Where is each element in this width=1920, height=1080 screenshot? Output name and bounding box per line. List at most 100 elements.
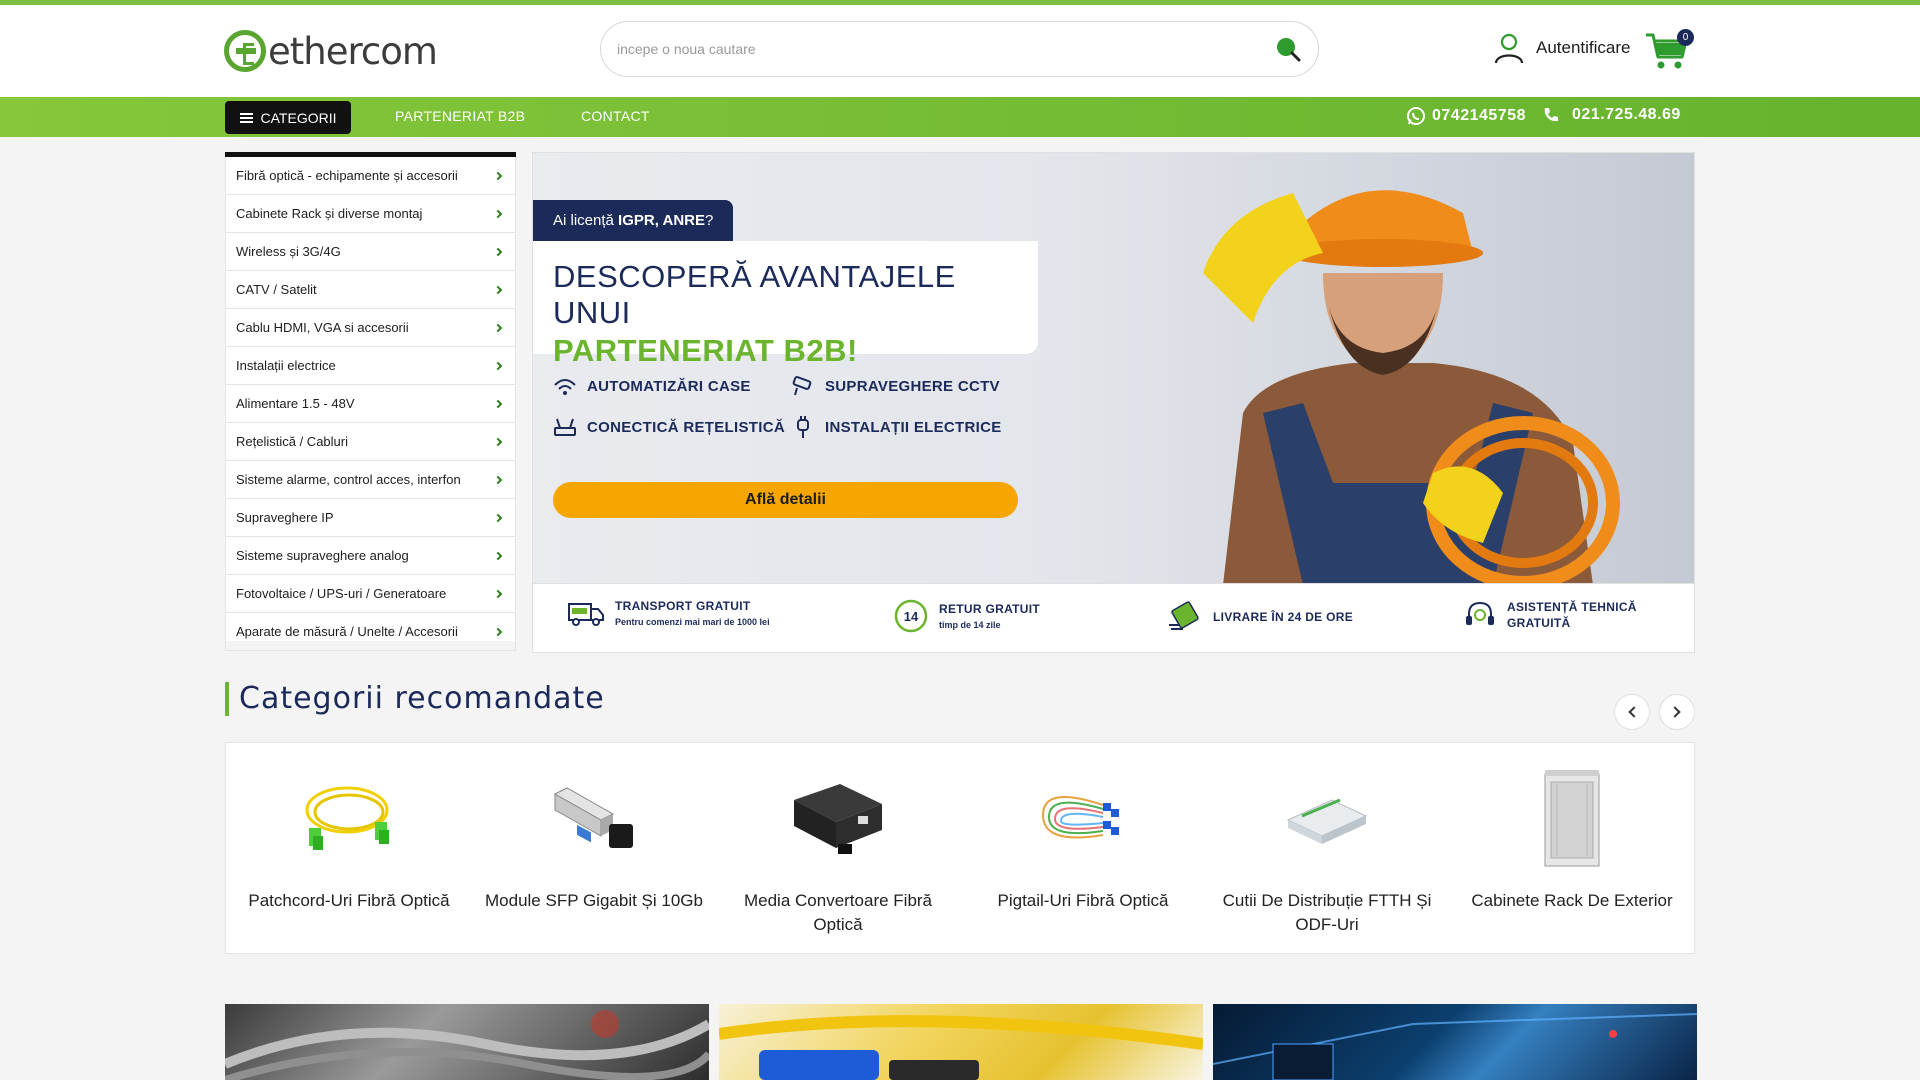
cart-button[interactable]: 0	[1644, 29, 1694, 73]
usp-title: RETUR GRATUIT	[939, 602, 1041, 616]
sidebar-item-catv[interactable]: CATV / Satelit	[225, 271, 516, 309]
chevron-right-icon	[493, 171, 503, 180]
truck-icon	[568, 603, 604, 626]
hero-headline-card: DESCOPERĂ AVANTAJELE UNUI PARTENERIAT B2…	[533, 241, 1038, 368]
whatsapp-contact[interactable]: 0742145758	[1406, 106, 1526, 126]
usp-subtitle: Pentru comenzi mai mari de 1000 lei	[615, 617, 770, 627]
sidebar-item-hdmi[interactable]: Cablu HDMI, VGA si accesorii	[225, 309, 516, 347]
phone-contact[interactable]: 021.725.48.69	[1542, 106, 1681, 124]
recommended-item-sfp[interactable]: Module SFP Gigabit Și 10Gb	[479, 765, 709, 913]
search-input[interactable]	[617, 22, 1257, 76]
sidebar-item-label: Aparate de măsură / Unelte / Accesorii	[236, 624, 458, 639]
chevron-right-icon	[493, 437, 503, 446]
phone-icon	[1544, 108, 1558, 122]
promo-banner-network-cables[interactable]	[225, 1004, 709, 1080]
usp-free-transport: TRANSPORT GRATUIT Pentru comenzi mai mar…	[567, 598, 770, 628]
hero-worker-image	[1073, 153, 1694, 583]
chevron-right-icon	[493, 627, 503, 636]
chevron-right-icon	[493, 513, 503, 522]
feature-electrical: INSTALAȚII ELECTRICE	[791, 416, 1002, 438]
feature-cctv: SUPRAVEGHERE CCTV	[791, 375, 1000, 397]
sidebar-item-label: Sisteme supraveghere analog	[236, 548, 409, 563]
recommended-item-pigtail[interactable]: Pigtail-Uri Fibră Optică	[968, 765, 1198, 913]
whatsapp-number: 0742145758	[1432, 107, 1526, 124]
fiber-connectors-image	[719, 1015, 1203, 1080]
feature-label: INSTALAȚII ELECTRICE	[825, 418, 1002, 436]
recommended-item-label: Media Convertoare Fibră Optică	[743, 891, 933, 934]
carousel-prev-button[interactable]	[1614, 694, 1650, 730]
license-prefix: Ai licență	[553, 212, 614, 229]
promo-banner-fiber[interactable]	[719, 1004, 1203, 1080]
login-label: Autentificare	[1536, 38, 1631, 57]
recommended-item-media-converter[interactable]: Media Convertoare Fibră Optică	[723, 765, 953, 937]
license-suffix: ?	[705, 212, 714, 229]
sidebar-item-electrical[interactable]: Instalații electrice	[225, 347, 516, 385]
chevron-right-icon	[1669, 706, 1681, 718]
sidebar-item-fiber[interactable]: Fibră optică - echipamente și accesorii	[225, 157, 516, 195]
wifi-home-icon	[554, 379, 576, 395]
sidebar-item-rack[interactable]: Cabinete Rack și diverse montaj	[225, 195, 516, 233]
nav-link-contact[interactable]: CONTACT	[581, 108, 650, 124]
recommended-item-patchcord[interactable]: Patchcord-Uri Fibră Optică	[234, 765, 464, 913]
sidebar-item-wireless[interactable]: Wireless și 3G/4G	[225, 233, 516, 271]
outdoor-rack-icon	[1544, 770, 1600, 867]
chevron-right-icon	[493, 551, 503, 560]
sidebar-item-photovoltaic[interactable]: Fotovoltaice / UPS-uri / Generatoare	[225, 575, 516, 613]
feature-label: AUTOMATIZĂRI CASE	[587, 377, 751, 395]
sidebar-item-analog-surveillance[interactable]: Sisteme supraveghere analog	[225, 537, 516, 575]
chevron-right-icon	[493, 247, 503, 256]
router-icon	[554, 418, 576, 436]
pigtail-icon	[1041, 796, 1119, 839]
recommended-item-label: Pigtail-Uri Fibră Optică	[997, 891, 1169, 910]
feature-home-automation: AUTOMATIZĂRI CASE	[553, 375, 751, 397]
chevron-right-icon	[493, 323, 503, 332]
cart-count-badge: 0	[1677, 29, 1694, 46]
sfp-module-icon	[553, 787, 633, 848]
hero-banner[interactable]: Ai licență IGPR, ANRE? DESCOPERĂ AVANTAJ…	[532, 152, 1695, 584]
promo-banner-network-equipment[interactable]	[1213, 1004, 1697, 1080]
sidebar-item-label: Fibră optică - echipamente și accesorii	[236, 168, 458, 183]
return-14-icon: 14	[894, 599, 928, 633]
recommended-categories-carousel: Patchcord-Uri Fibră Optică Module SFP Gi…	[225, 742, 1695, 954]
whatsapp-icon	[1407, 107, 1425, 125]
user-icon	[1494, 33, 1524, 64]
sidebar-item-label: Cabinete Rack și diverse montaj	[236, 206, 423, 221]
sidebar-item-label: Instalații electrice	[236, 358, 336, 373]
svg-text:14: 14	[904, 609, 919, 624]
sidebar-item-ip-surveillance[interactable]: Supraveghere IP	[225, 499, 516, 537]
sidebar-item-label: Supraveghere IP	[236, 510, 334, 525]
search-bar	[600, 21, 1319, 77]
chevron-right-icon	[493, 209, 503, 218]
nav-link-b2b[interactable]: PARTENERIAT B2B	[395, 108, 525, 124]
fast-delivery-icon	[1169, 601, 1199, 630]
phone-number: 021.725.48.69	[1572, 106, 1681, 123]
recommended-item-outdoor-rack[interactable]: Cabinete Rack De Exterior	[1457, 765, 1687, 913]
chevron-right-icon	[493, 589, 503, 598]
categories-label: CATEGORII	[260, 109, 337, 126]
chevron-right-icon	[493, 399, 503, 408]
categories-button[interactable]: CATEGORII	[225, 101, 351, 134]
cctv-camera-icon	[792, 376, 812, 396]
feature-network: CONECTICĂ REȚELISTICĂ	[553, 416, 785, 438]
tech-support-icon	[1466, 601, 1494, 625]
sidebar-item-tools[interactable]: Aparate de măsură / Unelte / Accesorii	[225, 613, 516, 651]
login-link[interactable]: Autentificare	[1492, 31, 1631, 65]
recommended-item-label: Cabinete Rack De Exterior	[1471, 891, 1673, 910]
usp-title: TRANSPORT GRATUIT	[615, 599, 751, 613]
hamburger-icon	[239, 112, 253, 123]
chevron-right-icon	[493, 361, 503, 370]
media-converter-icon	[794, 784, 882, 854]
carousel-next-button[interactable]	[1659, 694, 1695, 730]
feature-label: CONECTICĂ REȚELISTICĂ	[587, 418, 785, 436]
patchcord-icon	[305, 786, 389, 850]
license-tab: Ai licență IGPR, ANRE?	[533, 200, 734, 241]
chevron-left-icon	[1628, 706, 1640, 718]
sidebar-item-alarms[interactable]: Sisteme alarme, control acces, interfon	[225, 461, 516, 499]
sidebar-item-networking[interactable]: Rețelistică / Cabluri	[225, 423, 516, 461]
search-button[interactable]	[1274, 35, 1302, 63]
sidebar-item-power[interactable]: Alimentare 1.5 - 48V	[225, 385, 516, 423]
hero-cta-button[interactable]: Află detalii	[553, 482, 1018, 518]
recommended-item-distribution-box[interactable]: Cutii De Distribuție FTTH Și ODF-Uri	[1212, 765, 1442, 937]
logo[interactable]: ethercom	[224, 28, 438, 74]
usp-subtitle: timp de 14 zile	[939, 620, 1001, 630]
